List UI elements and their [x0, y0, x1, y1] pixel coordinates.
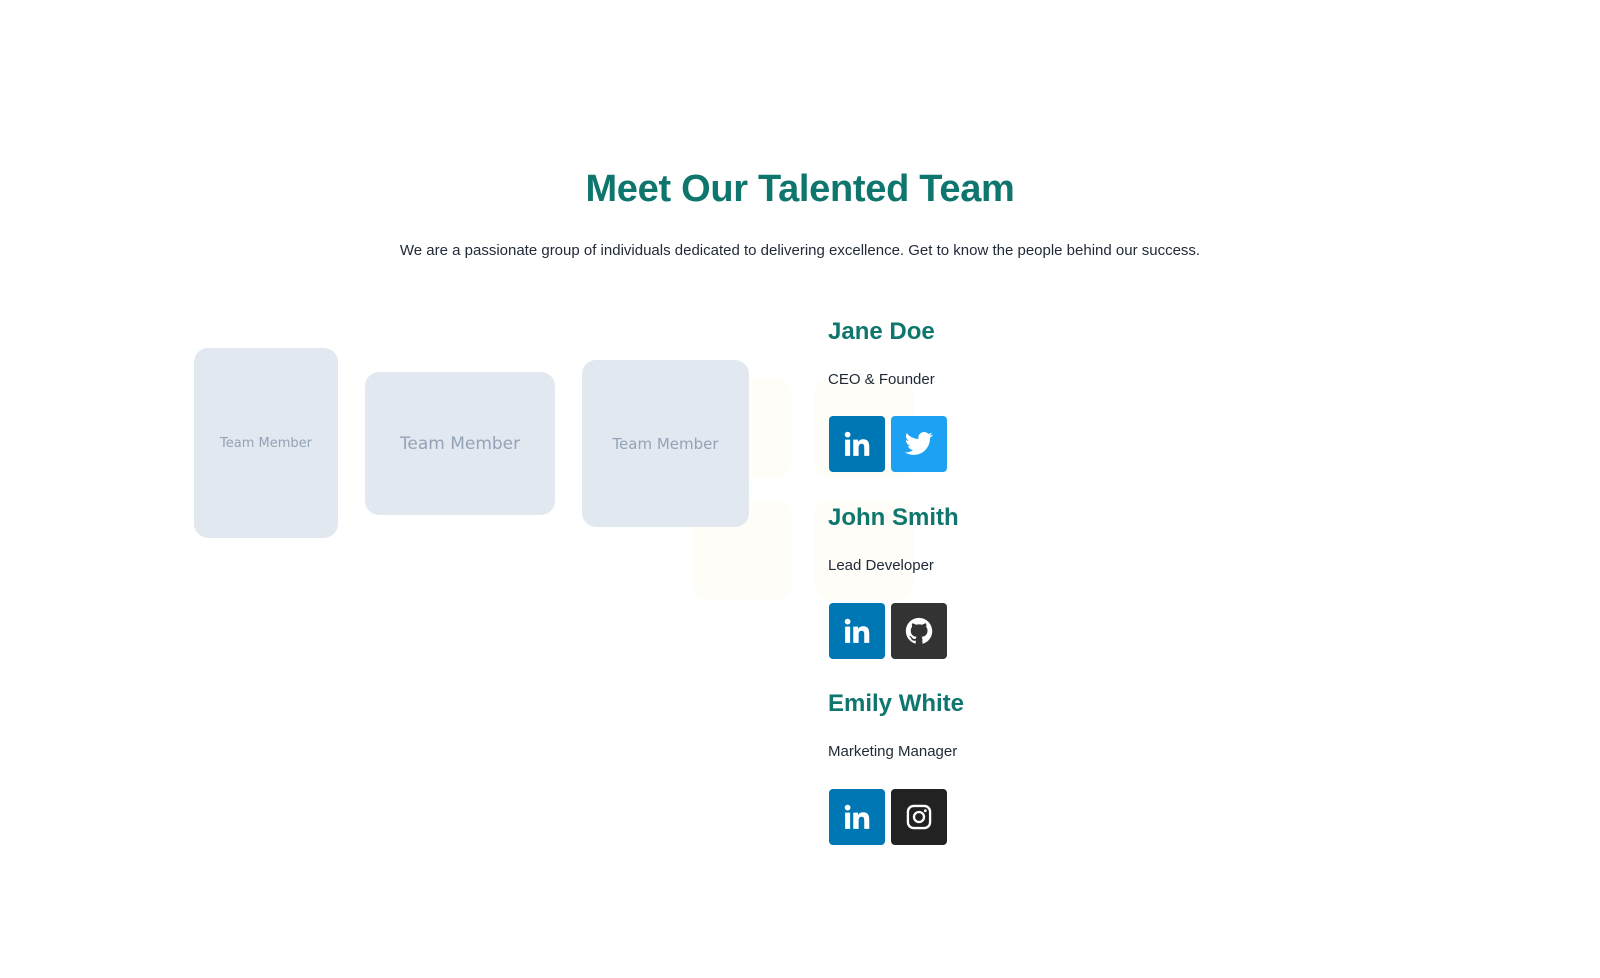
member-role: Marketing Manager	[828, 743, 958, 760]
linkedin-icon	[844, 804, 870, 829]
team-member-card-label: Team Member	[220, 435, 312, 451]
team-section: Meet Our Talented Team We are a passiona…	[0, 0, 1600, 978]
linkedin-button[interactable]	[829, 789, 885, 845]
twitter-button[interactable]	[891, 416, 947, 472]
page-subtitle: We are a passionate group of individuals…	[399, 242, 1201, 259]
team-member-card[interactable]: Team Member	[582, 360, 749, 527]
github-button[interactable]	[891, 603, 947, 659]
linkedin-icon	[844, 618, 870, 643]
linkedin-button[interactable]	[829, 416, 885, 472]
member-name: John Smith	[828, 504, 959, 531]
team-member-card[interactable]: Team Member	[365, 372, 555, 515]
member-name: Emily White	[828, 690, 965, 717]
instagram-icon	[906, 804, 932, 830]
team-member-card[interactable]: Team Member	[194, 348, 338, 538]
twitter-icon	[904, 432, 933, 455]
team-member-card-label: Team Member	[399, 433, 521, 454]
member-role: CEO & Founder	[828, 371, 935, 388]
member-role: Lead Developer	[828, 557, 934, 574]
github-icon	[905, 617, 933, 644]
member-name: Jane Doe	[828, 318, 935, 345]
team-member-card-label: Team Member	[612, 434, 719, 453]
linkedin-icon	[844, 431, 870, 456]
page-title: Meet Our Talented Team	[585, 168, 1015, 210]
instagram-button[interactable]	[891, 789, 947, 845]
linkedin-button[interactable]	[829, 603, 885, 659]
